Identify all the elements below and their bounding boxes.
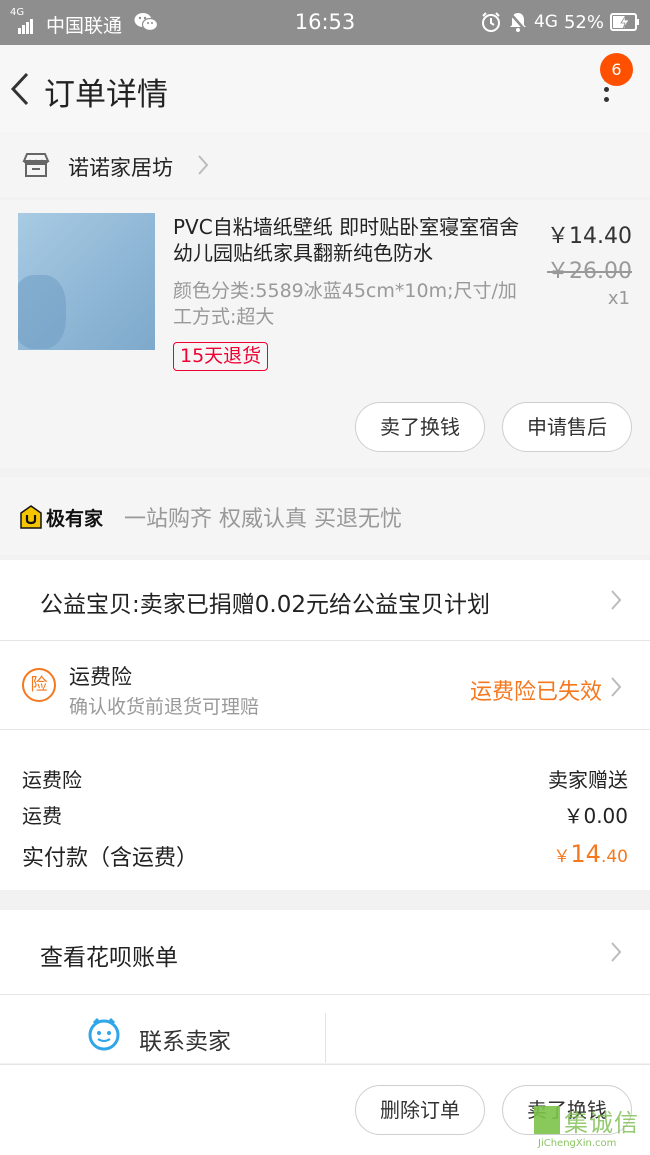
divider bbox=[325, 1013, 326, 1063]
page-title: 订单详情 bbox=[44, 77, 168, 113]
watermark-text: 集诚信 bbox=[564, 1109, 639, 1137]
alarm-icon bbox=[481, 12, 500, 32]
notification-badge: 6 bbox=[600, 53, 633, 86]
jiyoujia-banner: 极有家 一站购齐 权威认真 买退无忧 bbox=[0, 477, 650, 555]
product-item[interactable]: PVC自粘墙纸壁纸 即时贴卧室寝室宿舍幼儿园贴纸家具翻新纯色防水 颜色分类:55… bbox=[0, 200, 650, 468]
delete-order-button[interactable]: 删除订单 bbox=[355, 1085, 485, 1135]
fee-value: ￥0.00 bbox=[563, 804, 628, 828]
fee-row-insurance: 运费险 卖家赠送 bbox=[22, 764, 628, 793]
back-icon[interactable] bbox=[8, 71, 32, 107]
network-type-right: 4G bbox=[533, 12, 558, 32]
chevron-right-icon bbox=[611, 942, 622, 962]
mute-bell-icon bbox=[509, 12, 527, 32]
contact-seller-button[interactable]: 联系卖家 bbox=[139, 1022, 231, 1056]
charity-text: 公益宝贝:卖家已捐赠0.02元给公益宝贝计划 bbox=[40, 592, 490, 618]
fee-row-shipping: 运费 ￥0.00 bbox=[22, 800, 628, 829]
product-quantity: x1 bbox=[607, 288, 630, 309]
watermark: 集诚信 JiChengXin.com bbox=[534, 1100, 650, 1155]
chevron-right-icon bbox=[611, 677, 622, 697]
contact-seller-row: 联系卖家 bbox=[0, 995, 650, 1063]
product-sku: 颜色分类:5589冰蓝45cm*10m;尺寸/加工方式:超大 bbox=[173, 280, 517, 328]
huabei-text: 查看花呗账单 bbox=[40, 945, 178, 971]
product-price: ￥14.40 bbox=[547, 224, 632, 249]
watermark-url: JiChengXin.com bbox=[538, 1138, 617, 1149]
sell-for-cash-button[interactable]: 卖了换钱 bbox=[355, 402, 485, 452]
jiyoujia-logo-icon bbox=[20, 505, 42, 529]
shop-name[interactable]: 诺诺家居坊 bbox=[68, 152, 173, 182]
shipping-insurance-row[interactable]: 险 运费险 确认收货前退货可理赔 运费险已失效 bbox=[0, 641, 650, 729]
fee-label: 运费 bbox=[22, 804, 62, 828]
insurance-title: 运费险 bbox=[69, 665, 132, 689]
status-bar: 4G 中国联通 16:53 4G 52% bbox=[0, 0, 650, 45]
fee-summary: 运费险 卖家赠送 运费 ￥0.00 实付款（含运费） ￥14.40 bbox=[0, 730, 650, 890]
store-icon bbox=[22, 153, 50, 177]
nav-bar: 订单详情 6 bbox=[0, 45, 650, 132]
after-sale-button[interactable]: 申请售后 bbox=[502, 402, 632, 452]
total-paid: ￥14.40 bbox=[553, 840, 628, 868]
product-original-price: ￥26.00 bbox=[547, 259, 632, 284]
charity-row[interactable]: 公益宝贝:卖家已捐赠0.02元给公益宝贝计划 bbox=[0, 560, 650, 640]
fee-row-total: 实付款（含运费） ￥14.40 bbox=[22, 840, 628, 872]
watermark-logo bbox=[534, 1106, 560, 1134]
fee-value: 卖家赠送 bbox=[548, 768, 628, 792]
chevron-right-icon bbox=[611, 590, 622, 610]
jiyoujia-brand: 极有家 bbox=[46, 508, 104, 530]
battery-charging-icon bbox=[610, 13, 639, 31]
insurance-icon: 险 bbox=[22, 668, 56, 702]
product-thumbnail[interactable] bbox=[18, 213, 155, 350]
return-policy-tag: 15天退货 bbox=[173, 342, 269, 371]
huabei-bill-row[interactable]: 查看花呗账单 bbox=[0, 910, 650, 994]
shop-row[interactable]: 诺诺家居坊 bbox=[0, 132, 650, 197]
total-label: 实付款（含运费） bbox=[22, 846, 199, 871]
insurance-status: 运费险已失效 bbox=[469, 680, 602, 705]
chat-bubble-icon[interactable] bbox=[86, 1017, 122, 1051]
insurance-subtitle: 确认收货前退货可理赔 bbox=[69, 696, 260, 718]
fee-label: 运费险 bbox=[22, 768, 82, 792]
battery-percent: 52% bbox=[563, 11, 604, 33]
product-title[interactable]: PVC自粘墙纸壁纸 即时贴卧室寝室宿舍幼儿园贴纸家具翻新纯色防水 bbox=[173, 214, 533, 266]
jiyoujia-slogan: 一站购齐 权威认真 买退无忧 bbox=[124, 507, 402, 532]
chevron-right-icon bbox=[198, 155, 209, 175]
